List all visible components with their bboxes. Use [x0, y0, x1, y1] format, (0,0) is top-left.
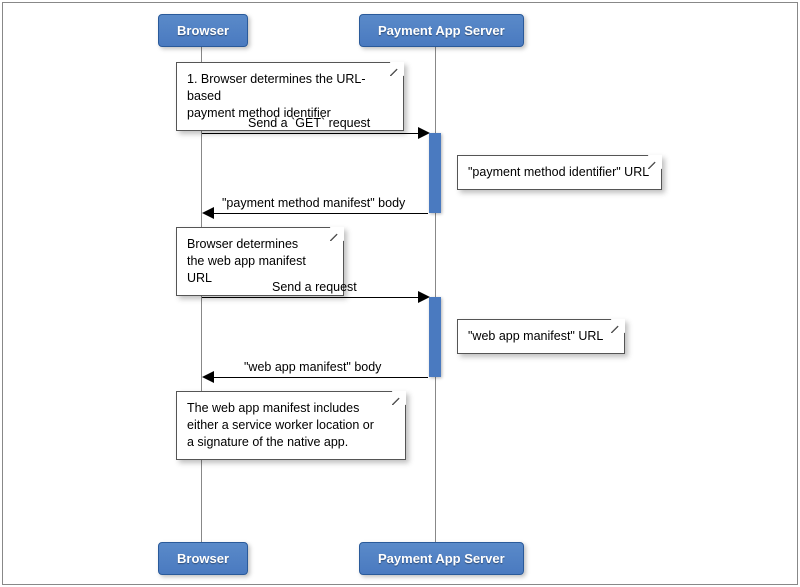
note-text: "payment method identifier" URL	[468, 165, 649, 179]
msg-manifest-body-label: "payment method manifest" body	[222, 196, 405, 210]
note-text: The web app manifest includeseither a se…	[187, 401, 374, 449]
participant-server-bottom: Payment App Server	[359, 542, 524, 575]
msg-send-request-label: Send a request	[272, 280, 357, 294]
msg-manifest-body-arrow	[202, 207, 214, 219]
participant-label: Browser	[177, 23, 229, 38]
note-text: 1. Browser determines the URL-basedpayme…	[187, 72, 366, 120]
msg-manifest-body-line	[212, 213, 428, 214]
msg-webapp-body-line	[212, 377, 428, 378]
note-text: "web app manifest" URL	[468, 329, 603, 343]
msg-webapp-body-arrow	[202, 371, 214, 383]
note-webapp-manifest-url: "web app manifest" URL	[457, 319, 625, 354]
participant-label: Payment App Server	[378, 23, 505, 38]
activation-server-1	[429, 133, 441, 213]
lifeline-server	[435, 47, 436, 543]
note-final: The web app manifest includeseither a se…	[176, 391, 406, 460]
participant-browser-top: Browser	[158, 14, 248, 47]
msg-get-request-label: Send a `GET` request	[248, 116, 370, 130]
activation-server-2	[429, 297, 441, 377]
msg-webapp-body-label: "web app manifest" body	[244, 360, 381, 374]
note-pmi-url: "payment method identifier" URL	[457, 155, 662, 190]
participant-label: Browser	[177, 551, 229, 566]
participant-label: Payment App Server	[378, 551, 505, 566]
participant-server-top: Payment App Server	[359, 14, 524, 47]
participant-browser-bottom: Browser	[158, 542, 248, 575]
note-text: Browser determinesthe web app manifest U…	[187, 237, 306, 285]
msg-send-request-line	[202, 297, 422, 298]
msg-get-request-line	[202, 133, 422, 134]
